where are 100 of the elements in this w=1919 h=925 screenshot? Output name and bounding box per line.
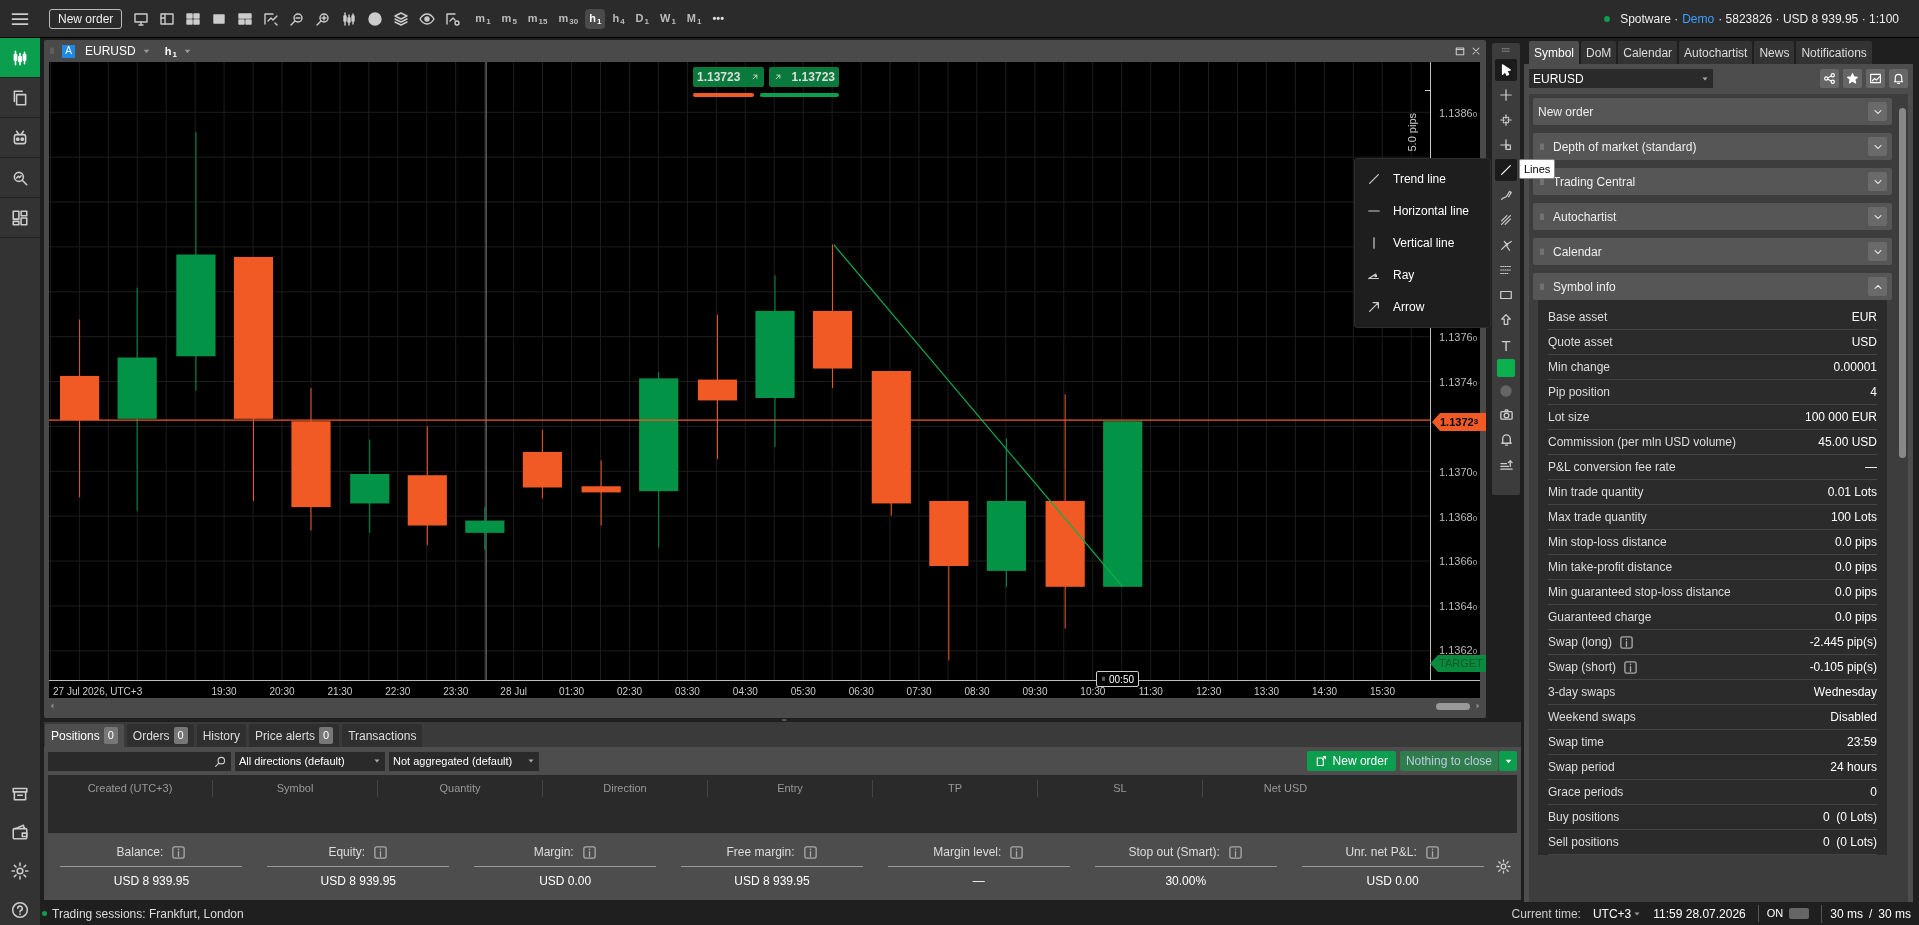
timeframe-button[interactable]: m$_{1}$ [471,8,495,29]
panel-tab[interactable]: Price alerts 0 [249,724,340,747]
expand-button[interactable] [1868,172,1887,191]
more-button[interactable]: ••• [712,10,724,27]
section-header[interactable]: Depth of market (standard) [1533,133,1892,160]
timeframe-button[interactable]: m$_{5}$ [497,8,521,29]
chart-settings-icon[interactable] [445,10,462,27]
expand-button[interactable] [1868,242,1887,261]
scrollbar-thumb[interactable] [1898,108,1906,458]
panel-tab[interactable]: Notifications [1796,41,1872,64]
column-header[interactable]: Net USD [1203,780,1368,797]
section-header[interactable]: New order [1533,98,1892,125]
info-icon[interactable] [581,844,597,860]
section-header[interactable]: Symbol info [1533,273,1892,300]
split-layout-icon[interactable] [237,10,254,27]
tab-label: Positions [51,727,100,745]
zoom-out-icon[interactable] [289,10,306,27]
info-icon[interactable] [1009,844,1025,860]
menu-item[interactable]: Ray [1355,259,1490,291]
filter-dropdown[interactable]: Not aggregated (default) [389,751,539,771]
menu-item[interactable]: Vertical line [1355,227,1490,259]
wallet-icon[interactable] [11,823,29,841]
column-header[interactable]: Quantity [378,780,543,797]
column-header[interactable]: Direction [543,780,708,797]
dropdown-button[interactable] [1499,751,1517,771]
drawing-tool-button[interactable] [1495,159,1517,181]
share-button[interactable] [1820,69,1839,88]
expand-button[interactable] [1868,207,1887,226]
menu-item[interactable]: Horizontal line [1355,195,1490,227]
expand-button[interactable] [1868,277,1887,296]
timeframe-button[interactable]: m$_{30}$ [554,8,583,29]
color-swatch[interactable] [1497,359,1515,377]
timeframe-button[interactable]: h$_{1}$ [585,8,606,29]
column-header[interactable]: Created (UTC+3) [48,780,213,797]
panel-tab[interactable]: Positions 0 [45,724,124,747]
timeframe-label[interactable]: h$_{1}$ [164,42,177,60]
info-icon[interactable] [1623,659,1639,675]
timeframe-button[interactable]: m$_{15}$ [523,8,552,29]
filter-dropdown[interactable]: All directions (default) [235,751,385,771]
symbol-name[interactable]: EURUSD [85,42,136,60]
column-header[interactable]: TP [873,780,1038,797]
candles-icon[interactable] [341,10,358,27]
timeframe-button[interactable]: W$_{1}$ [656,8,680,29]
section-header[interactable]: Calendar [1533,238,1892,265]
menu-item[interactable]: Trend line [1355,163,1490,195]
panel-tab[interactable]: DoM [1581,41,1617,64]
bell-button[interactable] [1889,69,1908,88]
symbol-select[interactable]: EURUSD [1529,69,1713,88]
camera-icon[interactable] [1498,407,1514,422]
section-header[interactable]: Autochartist [1533,203,1892,230]
new-order-button[interactable]: New order [49,8,123,29]
column-header[interactable]: Symbol [213,780,378,797]
settings-icon[interactable] [1496,859,1511,874]
timeframe-button[interactable]: h$_{4}$ [608,8,629,29]
column-header[interactable]: Entry [708,780,873,797]
panel-tab[interactable]: Symbol [1529,41,1579,64]
zoom-in-icon[interactable] [315,10,332,27]
timeframe-button[interactable]: M$_{1}$ [682,8,706,29]
panel-tab[interactable]: Transactions [342,724,423,747]
scrollbar-thumb[interactable] [1436,702,1470,710]
grid-icon[interactable] [185,10,202,27]
info-icon[interactable] [1424,844,1440,860]
close-icon[interactable] [1470,45,1482,57]
panel-tab[interactable]: Orders 0 [126,724,194,747]
expand-button[interactable] [1868,102,1887,121]
panel-tab[interactable]: History [196,724,246,747]
toggle-switch[interactable] [1789,908,1810,919]
help-icon[interactable] [11,901,29,919]
windows-icon[interactable] [159,10,176,27]
chart-button[interactable] [1866,69,1885,88]
info-icon[interactable] [373,844,389,860]
layers-icon[interactable] [393,10,410,27]
maximize-icon[interactable] [1454,45,1466,57]
sell-price-button[interactable]: 1.13723 [693,67,764,87]
panel-tab[interactable]: Autochartist [1679,41,1753,64]
timeframe-button[interactable]: D$_{1}$ [631,8,653,29]
sort-icon[interactable] [1498,457,1514,472]
chart-edit-icon[interactable] [263,10,280,27]
buy-price-button[interactable]: 1.13723 [769,67,839,87]
panel-tab[interactable]: News [1754,41,1795,64]
menu-item[interactable]: Arrow [1355,291,1490,323]
monitor-icon[interactable] [133,10,150,27]
sidebar-button[interactable] [0,38,40,78]
bell-icon[interactable] [1498,432,1514,447]
timezone-dropdown[interactable]: UTC+3 [1592,904,1642,923]
text-tool-button[interactable]: T [1495,334,1517,356]
expand-button[interactable] [1868,137,1887,156]
eye-icon[interactable] [419,10,436,27]
drawing-tool-button[interactable] [1495,59,1517,81]
column-header[interactable]: SL [1038,780,1203,797]
search-field[interactable] [48,751,231,771]
settings-icon[interactable] [11,862,29,880]
panel-tab[interactable]: Calendar [1618,41,1678,64]
star-button[interactable] [1843,69,1862,88]
trend-line[interactable] [833,244,1124,588]
disc-icon[interactable] [367,10,384,27]
info-icon[interactable] [1619,634,1635,650]
info-icon[interactable] [171,844,187,860]
info-icon[interactable] [1227,844,1243,860]
info-icon[interactable] [802,844,818,860]
